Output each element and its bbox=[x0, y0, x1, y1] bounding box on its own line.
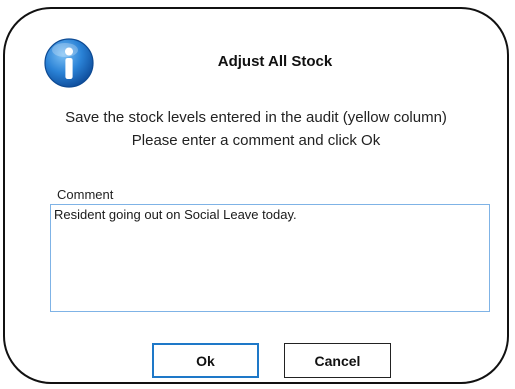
message-line-2: Please enter a comment and click Ok bbox=[131, 132, 381, 149]
message-line-1: Save the stock levels entered in the aud… bbox=[65, 109, 447, 126]
cancel-button[interactable]: Cancel bbox=[284, 343, 391, 378]
comment-label: Comment bbox=[57, 187, 114, 202]
comment-input[interactable]: Resident going out on Social Leave today… bbox=[50, 204, 490, 312]
adjust-stock-dialog: Adjust All Stock Save the stock levels e… bbox=[3, 7, 509, 384]
info-icon bbox=[43, 37, 95, 89]
ok-button[interactable]: Ok bbox=[152, 343, 259, 378]
dialog-title: Adjust All Stock bbox=[217, 53, 333, 70]
